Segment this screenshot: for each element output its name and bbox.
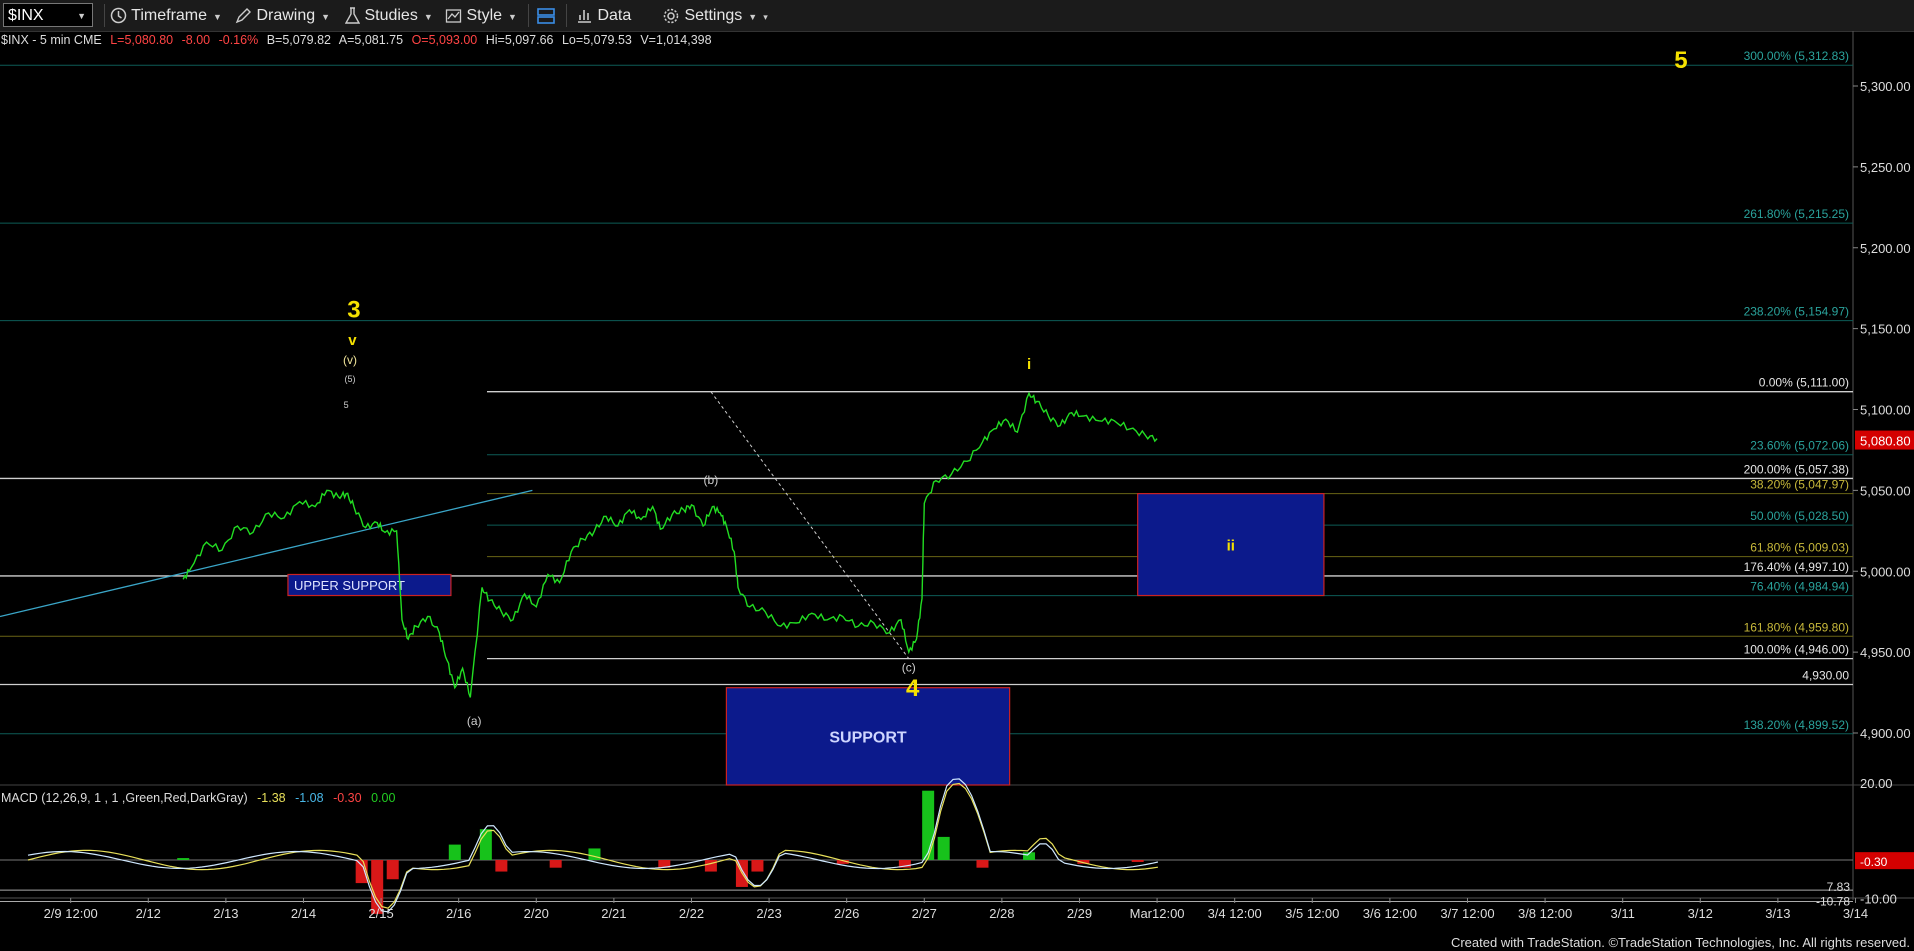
price-series (182, 391, 1158, 698)
price-axis[interactable]: 5,300.00 5,250.00 5,200.00 5,150.00 5,100.00… (1853, 79, 1914, 741)
time-axis-label: 3/14 (1843, 906, 1868, 921)
price-chart[interactable]: 300.00% (5,312.83) 261.80% (5,215.25) 238.… (0, 0, 1914, 951)
wave-label: 5 (344, 400, 349, 410)
macd-histogram-bar (386, 860, 399, 880)
wave-label: (5) (345, 374, 356, 384)
fib-level-label: 61.80% (5,009.03) (1750, 541, 1849, 555)
fib-level-label: 23.60% (5,072.06) (1750, 439, 1849, 453)
wave-label: 3 (347, 296, 360, 323)
wave-label: (c) (902, 661, 916, 675)
price-axis-label: 5,200.00 (1860, 241, 1911, 256)
macd-histogram-bar (448, 844, 461, 860)
wave-label: 5 (1674, 47, 1687, 74)
macd-histogram-bar (922, 790, 935, 860)
time-axis-label: 3/6 12:00 (1363, 906, 1417, 921)
macd-histogram-bar (751, 860, 764, 872)
price-axis-label: 5,300.00 (1860, 79, 1911, 94)
wave-labels: 3 v (v) (5) 5 (a) (b) (c)4 i 5 (343, 47, 1688, 728)
macd-value-tag: 7.83 (1827, 880, 1851, 894)
macd-histogram-bar (937, 836, 950, 860)
footer-credit: Created with TradeStation. ©TradeStation… (1450, 935, 1910, 950)
fib-level-label: 0.00% (5,111.00) (1759, 376, 1849, 390)
time-axis-label: 2/9 12:00 (44, 906, 98, 921)
time-axis-label: 2/14 (291, 906, 316, 921)
wave-label: 4 (906, 675, 920, 702)
macd-axis-label: -10.00 (1860, 892, 1897, 907)
fib-level-label: 50.00% (5,028.50) (1750, 509, 1849, 523)
time-axis-label: 3/12 (1688, 906, 1713, 921)
time-axis-label: 2/26 (834, 906, 859, 921)
macd-signal-value: -1.08 (295, 791, 324, 805)
zone-box-label: SUPPORT (829, 729, 907, 746)
time-axis-label: 3/11 (1611, 906, 1635, 921)
price-axis-label: 5,050.00 (1860, 483, 1911, 498)
macd-histogram-bar (976, 860, 989, 868)
time-axis-label: 2/20 (524, 906, 549, 921)
wave-label: v (348, 332, 357, 349)
zone-boxes: UPPER SUPPORT SUPPORT ii (287, 493, 1325, 786)
fib-level-label: 138.20% (4,899.52) (1744, 718, 1849, 732)
time-axis-label: 3/5 12:00 (1285, 906, 1339, 921)
time-axis-label: Mar12:00 (1130, 906, 1185, 921)
macd-histogram-bar (588, 848, 601, 860)
wave-label: (v) (343, 353, 357, 367)
fib-level-label: 4,930.00 (1802, 668, 1849, 682)
macd-legend: MACD (12,26,9, 1 , 1 ,Green,Red,DarkGray… (1, 791, 401, 805)
last-price-tag-label: 5,080.80 (1860, 434, 1911, 449)
price-axis-label: 5,000.00 (1860, 564, 1911, 579)
time-axis-label: 3/13 (1765, 906, 1790, 921)
time-axis-label: 2/13 (213, 906, 238, 921)
fib-levels: 300.00% (5,312.83) 261.80% (5,215.25) 238.… (0, 49, 1853, 735)
fib-level-label: 300.00% (5,312.83) (1744, 49, 1849, 63)
macd-diff-tag-label: -0.30 (1860, 855, 1888, 869)
macd-study-label: MACD (12,26,9, 1 , 1 ,Green,Red,DarkGray… (1, 791, 248, 805)
fib-level-label: 161.80% (4,959.80) (1744, 620, 1849, 634)
macd-value: -1.38 (257, 791, 286, 805)
time-axis-label: 2/28 (989, 906, 1014, 921)
macd-axis-label: 20.00 (1860, 776, 1893, 791)
trendline (0, 489, 533, 618)
fib-level-label: 200.00% (5,057.38) (1744, 462, 1849, 476)
fib-level-label: 100.00% (4,946.00) (1744, 643, 1849, 657)
time-axis-label: 2/15 (368, 906, 393, 921)
fib-level-label: 176.40% (4,997.10) (1744, 560, 1849, 574)
macd-zero-value: 0.00 (371, 791, 396, 805)
time-axis-label: 3/7 12:00 (1440, 906, 1494, 921)
macd-diff-value: -0.30 (333, 791, 362, 805)
zone-box-label: ii (1227, 538, 1235, 555)
time-axis-label: 3/8 12:00 (1518, 906, 1572, 921)
macd-histogram-bar (495, 860, 508, 872)
time-axis-label: 2/16 (446, 906, 471, 921)
price-axis-label: 5,250.00 (1860, 160, 1911, 175)
time-axis-label: 2/23 (756, 906, 781, 921)
fib-level-label: 76.40% (4,984.94) (1750, 580, 1849, 594)
price-axis-label: 4,900.00 (1860, 726, 1911, 741)
macd-histogram-bar (1131, 860, 1144, 862)
fib-level-label: 38.20% (5,047.97) (1750, 478, 1849, 492)
time-axis-label: 2/29 (1067, 906, 1092, 921)
wave-label: (b) (704, 473, 719, 487)
wave-label: (a) (467, 714, 482, 728)
fib-level-label: 238.20% (5,154.97) (1744, 305, 1849, 319)
price-line (182, 391, 1158, 698)
macd-histogram-bar (177, 858, 190, 860)
price-axis-label: 4,950.00 (1860, 645, 1911, 660)
time-axis-label: 2/21 (601, 906, 626, 921)
macd-histogram-bar (549, 860, 562, 868)
time-axis-label: 2/12 (136, 906, 161, 921)
macd-histogram-bar (704, 860, 717, 872)
wave-label: i (1027, 356, 1031, 373)
price-axis-label: 5,150.00 (1860, 322, 1911, 337)
time-axis-label: 2/27 (912, 906, 937, 921)
time-axis-label: 2/22 (679, 906, 704, 921)
zone-box-label: UPPER SUPPORT (294, 578, 405, 593)
fib-level-label: 261.80% (5,215.25) (1744, 207, 1849, 221)
price-axis-label: 5,100.00 (1860, 403, 1911, 418)
time-axis-label: 3/4 12:00 (1208, 906, 1262, 921)
